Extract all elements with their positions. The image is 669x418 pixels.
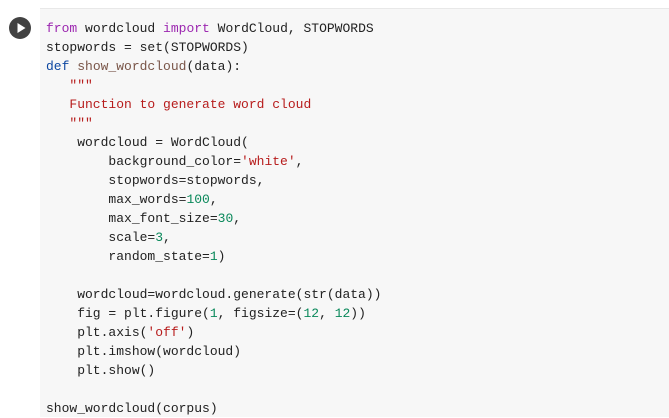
code-token: """: [46, 78, 93, 93]
code-token: background_color=: [46, 154, 242, 169]
code-line: plt.imshow(wordcloud): [46, 342, 381, 361]
code-token: fig = plt.figure(: [46, 306, 210, 321]
code-cell: from wordcloud import WordCloud, STOPWOR…: [0, 0, 669, 417]
code-line: scale=3,: [46, 228, 381, 247]
code-token: WordCloud, STOPWORDS: [209, 21, 374, 36]
code-token: Function to generate word cloud: [46, 97, 312, 112]
code-token: max_font_size=: [46, 211, 218, 226]
code-token: 1: [209, 306, 218, 321]
code-token: , figsize=(: [217, 306, 304, 321]
code-token: wordcloud=wordcloud.generate(str(data)): [46, 287, 382, 302]
code-token: show_wordcloud(corpus): [46, 401, 218, 416]
code-token: stopwords=stopwords,: [46, 173, 265, 188]
code-token: ,: [163, 230, 171, 245]
code-token: ,: [295, 154, 304, 169]
cell-gutter: [0, 0, 40, 416]
run-cell-button[interactable]: [9, 17, 31, 39]
code-line: plt.show(): [46, 361, 381, 380]
code-token: 'white': [241, 154, 296, 169]
code-token: wordcloud: [77, 21, 164, 36]
code-line: plt.axis('off'): [46, 323, 381, 342]
code-token: import: [163, 21, 210, 36]
code-token: plt.axis(: [46, 325, 148, 340]
code-token: ): [217, 249, 226, 264]
code-token: from: [46, 21, 78, 36]
code-line: background_color='white',: [46, 152, 381, 171]
code-line: def show_wordcloud(data):: [46, 57, 381, 76]
code-token: max_words=: [46, 192, 187, 207]
code-line: Function to generate word cloud: [46, 95, 381, 114]
code-line: wordcloud=wordcloud.generate(str(data)): [46, 285, 381, 304]
code-token: plt.show(): [46, 363, 156, 378]
code-token: plt.imshow(wordcloud): [46, 344, 242, 359]
code-line: """: [46, 76, 381, 95]
code-token: ): [186, 325, 195, 340]
code-token: wordcloud = WordCloud(: [46, 135, 249, 150]
code-token: ,: [233, 211, 242, 226]
code-line: random_state=1): [46, 247, 381, 266]
code-line: show_wordcloud(corpus): [46, 399, 381, 418]
code-token: 100: [186, 192, 210, 207]
code-token: scale=: [46, 230, 156, 245]
code-token: def: [46, 59, 70, 74]
code-token: random_state=: [46, 249, 210, 264]
code-token: ,: [209, 192, 218, 207]
code-line: from wordcloud import WordCloud, STOPWOR…: [46, 19, 381, 38]
code-text: from wordcloud import WordCloud, STOPWOR…: [46, 19, 381, 418]
code-line: stopwords = set(STOPWORDS): [46, 38, 381, 57]
code-token: 3: [155, 230, 164, 245]
code-token: """: [46, 116, 93, 131]
code-token: 1: [209, 249, 218, 264]
code-line: fig = plt.figure(1, figsize=(12, 12)): [46, 304, 381, 323]
code-token: 12: [303, 306, 320, 321]
code-token: ,: [319, 306, 335, 321]
code-token: 12: [334, 306, 351, 321]
code-token: 30: [217, 211, 234, 226]
code-line: max_font_size=30,: [46, 209, 381, 228]
code-line: max_words=100,: [46, 190, 381, 209]
code-line: wordcloud = WordCloud(: [46, 133, 381, 152]
code-editor[interactable]: from wordcloud import WordCloud, STOPWOR…: [40, 8, 669, 417]
code-line: """: [46, 114, 381, 133]
code-line: stopwords=stopwords,: [46, 171, 381, 190]
code-token: (data):: [186, 59, 242, 74]
code-token: show_wordcloud: [77, 59, 187, 74]
code-token: stopwords = set(STOPWORDS): [46, 40, 249, 55]
code-token: )): [350, 306, 366, 321]
code-token: 'off': [147, 325, 187, 340]
play-icon: [17, 23, 26, 33]
